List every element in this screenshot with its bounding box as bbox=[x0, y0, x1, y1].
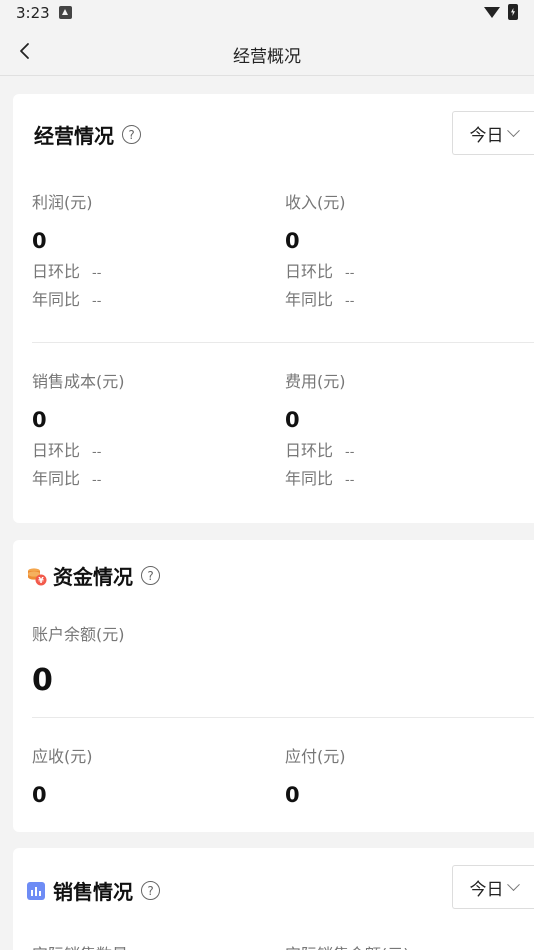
notification-icon bbox=[59, 6, 72, 19]
metric-payable[interactable]: 应付(元) 0 bbox=[285, 743, 525, 807]
metric-label: 实际销售数量 bbox=[32, 941, 272, 950]
year-compare: 年同比 -- bbox=[32, 469, 102, 488]
business-title: 经营情况 ? bbox=[34, 120, 141, 149]
metric-balance[interactable]: 账户余额(元) 0 bbox=[32, 621, 272, 698]
help-icon[interactable]: ? bbox=[122, 125, 141, 144]
divider bbox=[32, 342, 534, 343]
help-icon[interactable]: ? bbox=[141, 566, 160, 585]
status-bar: 3:23 bbox=[0, 0, 534, 28]
metric-label: 收入(元) bbox=[285, 193, 346, 212]
sales-title-label: 销售情况 bbox=[53, 880, 133, 904]
divider bbox=[32, 717, 534, 718]
chevron-down-icon bbox=[506, 877, 520, 891]
svg-text:¥: ¥ bbox=[38, 576, 44, 585]
metric-label: 账户余额(元) bbox=[32, 625, 125, 644]
day-compare: 日环比 -- bbox=[285, 441, 355, 460]
day-compare: 日环比 -- bbox=[285, 262, 355, 281]
battery-charging-icon bbox=[508, 4, 518, 20]
metric-profit[interactable]: 利润(元) 0 日环比 -- 年同比 -- bbox=[32, 189, 272, 312]
sales-card: 销售情况 ? 今日 实际销售数量 实际销售金额(元) bbox=[13, 848, 534, 950]
metric-sales-qty[interactable]: 实际销售数量 bbox=[32, 941, 272, 950]
funds-card: ¥ 资金情况 ? 账户余额(元) 0 应收(元) 0 应付(元) 0 bbox=[13, 540, 534, 832]
business-card: 经营情况 ? 今日 利润(元) 0 日环比 -- 年同比 -- 收入(元) 0 日环… bbox=[13, 94, 534, 523]
day-compare: 日环比 -- bbox=[32, 441, 102, 460]
metric-value: 0 bbox=[32, 783, 47, 807]
metric-label: 应付(元) bbox=[285, 747, 346, 766]
metric-expense[interactable]: 费用(元) 0 日环比 -- 年同比 -- bbox=[285, 368, 525, 491]
funds-title: ¥ 资金情况 ? bbox=[27, 561, 160, 590]
metric-value: 0 bbox=[32, 229, 47, 253]
metric-value: 0 bbox=[285, 783, 300, 807]
year-compare: 年同比 -- bbox=[285, 469, 355, 488]
bar-chart-icon bbox=[27, 881, 45, 900]
day-compare: 日环比 -- bbox=[32, 262, 102, 281]
metric-label: 实际销售金额(元) bbox=[285, 941, 525, 950]
wifi-icon bbox=[484, 7, 500, 18]
sales-title: 销售情况 ? bbox=[27, 876, 160, 905]
metric-value: 0 bbox=[32, 663, 53, 698]
chevron-down-icon bbox=[506, 123, 520, 137]
metric-label: 利润(元) bbox=[32, 193, 93, 212]
metric-cost[interactable]: 销售成本(元) 0 日环比 -- 年同比 -- bbox=[32, 368, 272, 491]
metric-label: 费用(元) bbox=[285, 372, 346, 391]
metric-receivable[interactable]: 应收(元) 0 bbox=[32, 743, 272, 807]
status-time: 3:23 bbox=[16, 4, 50, 22]
funds-title-label: 资金情况 bbox=[53, 565, 133, 589]
year-compare: 年同比 -- bbox=[285, 290, 355, 309]
metric-value: 0 bbox=[32, 408, 47, 432]
help-icon[interactable]: ? bbox=[141, 881, 160, 900]
metric-income[interactable]: 收入(元) 0 日环比 -- 年同比 -- bbox=[285, 189, 525, 312]
period-select-label: 今日 bbox=[469, 125, 504, 146]
business-period-select[interactable]: 今日 bbox=[452, 111, 534, 155]
metric-value: 0 bbox=[285, 408, 300, 432]
period-select-label: 今日 bbox=[469, 879, 504, 900]
business-title-label: 经营情况 bbox=[34, 124, 114, 148]
metric-sales-amount[interactable]: 实际销售金额(元) bbox=[285, 941, 525, 950]
year-compare: 年同比 -- bbox=[32, 290, 102, 309]
metric-label: 应收(元) bbox=[32, 747, 93, 766]
sales-period-select[interactable]: 今日 bbox=[452, 865, 534, 909]
coins-icon: ¥ bbox=[28, 567, 47, 585]
nav-bar: 经营概况 bbox=[0, 28, 534, 76]
metric-label: 销售成本(元) bbox=[32, 372, 125, 391]
metric-value: 0 bbox=[285, 229, 300, 253]
page-title: 经营概况 bbox=[233, 47, 301, 67]
